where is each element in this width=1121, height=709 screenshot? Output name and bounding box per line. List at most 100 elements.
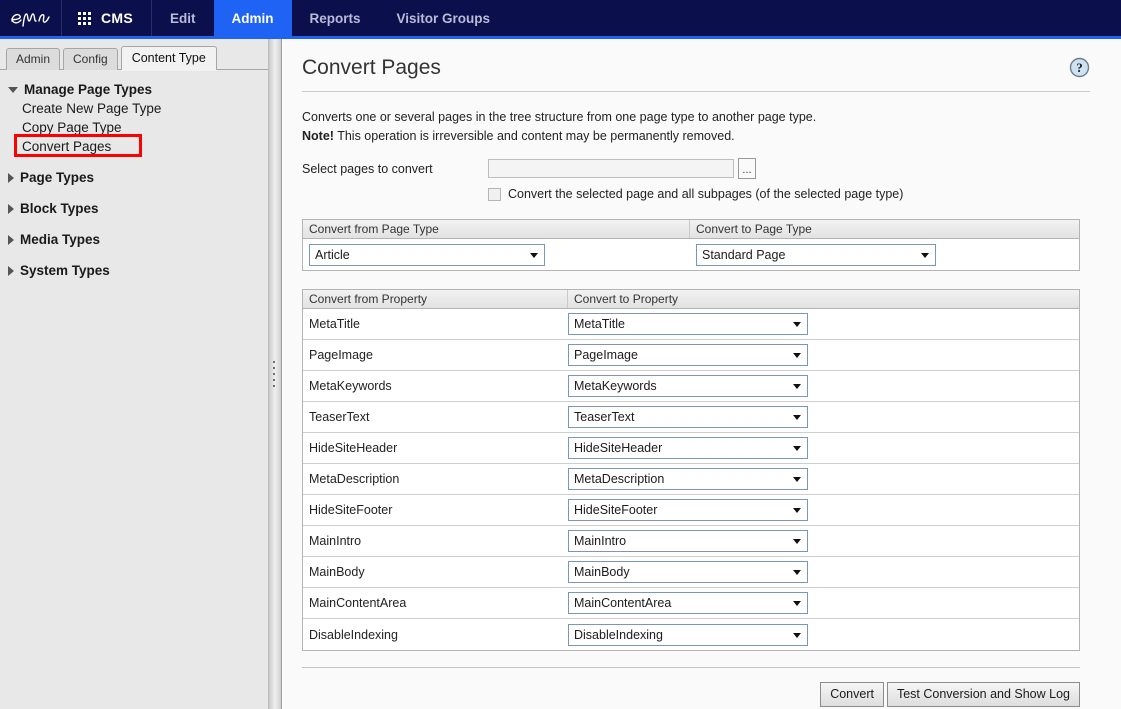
browse-pages-button[interactable]: ... (738, 158, 756, 179)
note-label: Note! (302, 129, 334, 143)
convert-to-property-select[interactable]: MetaTitle (568, 313, 808, 335)
convert-to-property-cell: DisableIndexing (568, 623, 1079, 646)
convert-from-property-label: TeaserText (309, 410, 370, 424)
chevron-right-icon (8, 172, 14, 183)
convert-from-page-type-cell: Article (303, 243, 690, 266)
tree-group-label: Media Types (20, 232, 101, 247)
property-row-container: MetaTitle MetaTitle PageImage PageImage Meta… (303, 309, 1079, 650)
test-conversion-button[interactable]: Test Conversion and Show Log (886, 682, 1080, 707)
footer-divider (302, 667, 1080, 668)
chevron-down-icon (8, 86, 18, 93)
convert-to-property-select[interactable]: TeaserText (568, 406, 808, 428)
note-line: Note! This operation is irreversible and… (302, 127, 1102, 146)
page-header: Convert Pages ? (302, 55, 1090, 92)
tree-item-copy-page-type[interactable]: Copy Page Type (0, 118, 268, 137)
table-row: TeaserText TeaserText (303, 402, 1079, 433)
nav-item-reports[interactable]: Reports (292, 0, 379, 36)
convert-to-property-select[interactable]: MainContentArea (568, 592, 808, 614)
convert-to-property-select[interactable]: MetaKeywords (568, 375, 808, 397)
tree-group-manage-page-types[interactable]: Manage Page Types (0, 80, 268, 99)
tree-group-system-types[interactable]: System Types (0, 261, 268, 280)
page-description: Converts one or several pages in the tre… (302, 108, 1102, 146)
page-type-row: Article Standard Page (303, 239, 1079, 270)
select-pages-input[interactable] (488, 159, 734, 178)
convert-to-property-select[interactable]: PageImage (568, 344, 808, 366)
convert-from-property-label: PageImage (309, 348, 373, 362)
convert-to-property-select[interactable]: MainBody (568, 561, 808, 583)
convert-to-property-select[interactable]: MetaDescription (568, 468, 808, 490)
pane-splitter[interactable] (268, 39, 282, 709)
tab-admin[interactable]: Admin (6, 48, 61, 70)
page-type-table: Convert from Page Type Convert to Page T… (302, 219, 1080, 271)
cms-product-switcher[interactable]: CMS (62, 0, 153, 36)
table-row: MainBody MainBody (303, 557, 1079, 588)
nav-item-edit[interactable]: Edit (152, 0, 214, 36)
nav-item-admin[interactable]: Admin (213, 0, 292, 36)
convert-to-property-wrapper: DisableIndexing (568, 623, 808, 646)
convert-to-page-type-wrapper: Standard Page (696, 243, 936, 266)
tree-group-media-types[interactable]: Media Types (0, 230, 268, 249)
convert-to-property-cell: HideSiteHeader (568, 437, 1079, 459)
convert-from-property-label: MetaKeywords (309, 379, 392, 393)
admin-tab-strip: Admin Config Content Type (0, 39, 268, 70)
table-row: MetaTitle MetaTitle (303, 309, 1079, 340)
tree-group-page-types[interactable]: Page Types (0, 168, 268, 187)
action-button-bar: Convert Test Conversion and Show Log (302, 682, 1080, 707)
tab-content-type[interactable]: Content Type (120, 46, 217, 70)
convert-to-property-wrapper: MetaKeywords (568, 375, 808, 397)
convert-from-property-label: DisableIndexing (309, 627, 398, 642)
table-row: HideSiteFooter HideSiteFooter (303, 495, 1079, 526)
subpages-checkbox[interactable] (488, 187, 501, 201)
convert-button[interactable]: Convert (820, 682, 884, 707)
table-row: MainIntro MainIntro (303, 526, 1079, 557)
convert-to-property-cell: MetaKeywords (568, 375, 1079, 397)
convert-to-property-cell: MetaDescription (568, 468, 1079, 490)
convert-to-property-select[interactable]: MainIntro (568, 530, 808, 552)
convert-to-property-wrapper: MetaTitle (568, 313, 808, 335)
convert-to-property-cell: PageImage (568, 344, 1079, 366)
help-icon[interactable]: ? (1069, 57, 1090, 78)
tree-group-block-types[interactable]: Block Types (0, 199, 268, 218)
table-row: PageImage PageImage (303, 340, 1079, 371)
convert-to-property-wrapper: TeaserText (568, 406, 808, 428)
convert-to-property-cell: HideSiteFooter (568, 499, 1079, 521)
tree-group-label: Page Types (20, 170, 95, 185)
table-row: MetaKeywords MetaKeywords (303, 371, 1079, 402)
convert-to-property-wrapper: MetaDescription (568, 468, 808, 490)
convert-to-property-wrapper: HideSiteFooter (568, 499, 808, 521)
column-header-convert-to-property: Convert to Property (574, 292, 679, 306)
convert-to-property-cell: MainBody (568, 561, 1079, 583)
convert-to-page-type-select[interactable]: Standard Page (696, 243, 936, 266)
column-header-convert-from-property: Convert from Property (303, 290, 568, 308)
epi-logo[interactable] (0, 0, 62, 36)
convert-to-property-select[interactable]: DisableIndexing (568, 623, 808, 646)
product-label: CMS (101, 10, 134, 26)
convert-from-property-label: MetaTitle (309, 317, 360, 331)
tree-group-label: Block Types (20, 201, 99, 216)
convert-to-property-wrapper: MainIntro (568, 530, 808, 552)
property-mapping-table: Convert from Property Convert to Propert… (302, 289, 1080, 651)
main-content-pane: Convert Pages ? Converts one or several … (283, 39, 1121, 709)
convert-from-property-label: HideSiteHeader (309, 441, 398, 455)
table-row: HideSiteHeader HideSiteHeader (303, 433, 1079, 464)
tab-config[interactable]: Config (63, 48, 118, 70)
tree-item-convert-pages[interactable]: Convert Pages (0, 137, 268, 156)
convert-to-property-select[interactable]: HideSiteHeader (568, 437, 808, 459)
convert-to-property-wrapper: HideSiteHeader (568, 437, 808, 459)
note-text: This operation is irreversible and conte… (333, 129, 735, 143)
page-type-table-header: Convert from Page Type Convert to Page T… (303, 220, 1079, 239)
subpages-checkbox-label: Convert the selected page and all subpag… (508, 187, 904, 201)
convert-from-page-type-select[interactable]: Article (309, 243, 545, 266)
nav-item-visitor-groups[interactable]: Visitor Groups (379, 0, 509, 36)
tree-group-label: System Types (20, 263, 110, 278)
chevron-right-icon (8, 265, 14, 276)
left-navigation-pane: Admin Config Content Type Manage Page Ty… (0, 39, 268, 709)
convert-to-property-wrapper: MainBody (568, 561, 808, 583)
convert-to-property-select[interactable]: HideSiteFooter (568, 499, 808, 521)
tree-item-create-new-page-type[interactable]: Create New Page Type (0, 99, 268, 118)
convert-from-property-label: MetaDescription (309, 472, 400, 486)
content-type-tree: Manage Page Types Create New Page Type C… (0, 70, 268, 708)
column-header-convert-from-page-type: Convert from Page Type (303, 220, 690, 238)
convert-pages-wrapper: Convert Pages (0, 134, 268, 157)
chevron-right-icon (8, 234, 14, 245)
